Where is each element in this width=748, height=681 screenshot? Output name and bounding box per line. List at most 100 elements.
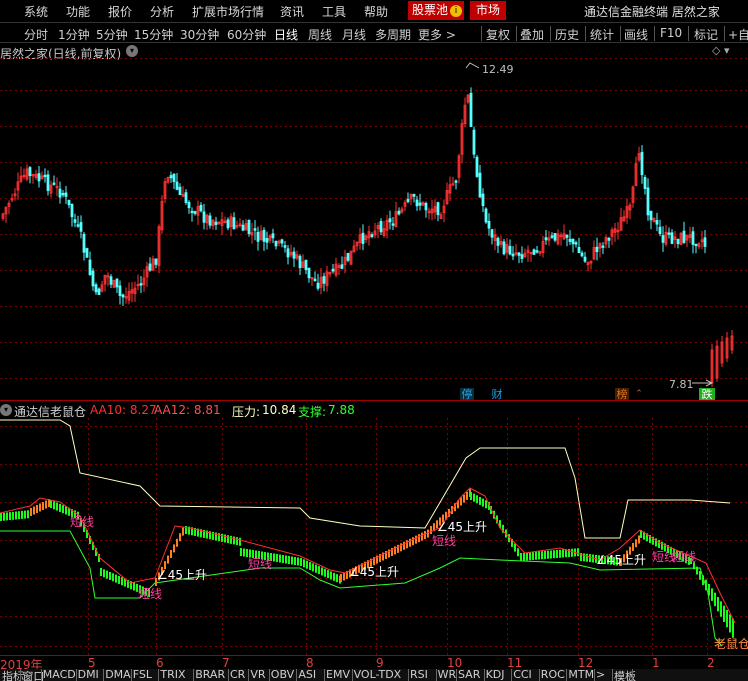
add-favorite-button[interactable]: +自选 [728, 26, 748, 42]
market-button[interactable]: 市场 [470, 1, 506, 20]
period-tab-1min[interactable]: 1分钟 [58, 26, 90, 42]
indicator-bar [526, 552, 528, 561]
indicator-tab[interactable]: CR [230, 669, 245, 681]
indicator-tab[interactable]: KDJ [486, 669, 505, 681]
indicator-bar [532, 552, 534, 560]
candle-body [643, 177, 647, 189]
tab-divider [538, 669, 540, 681]
tab-divider [228, 669, 229, 681]
indicator-bar [324, 568, 326, 577]
tab-divider [130, 669, 132, 681]
stock-pool-button[interactable]: 股票池 i [408, 1, 464, 20]
menu-quote[interactable]: 报价 [108, 3, 132, 20]
chevron-down-icon[interactable]: ▾ [126, 45, 138, 57]
indicator-tab[interactable]: ROC [541, 669, 565, 681]
candle-body [661, 235, 665, 243]
candle-body [67, 199, 71, 206]
statistics-button[interactable]: 统计 [590, 26, 614, 42]
indicator-bar [729, 614, 731, 633]
mark-button[interactable]: 标记 [694, 26, 718, 42]
period-tab-15min[interactable]: 15分钟 [134, 26, 173, 42]
indicator-tab[interactable]: MACD [43, 669, 76, 681]
candle-body [322, 276, 326, 284]
toolbar-divider [620, 26, 621, 41]
indicator-tab[interactable]: WR [438, 669, 457, 681]
indicator-tab[interactable]: OBV [271, 669, 294, 681]
candle-body [670, 232, 674, 244]
chevron-right-icon: > [445, 28, 456, 42]
tab-divider [248, 669, 250, 681]
candle-body [274, 240, 278, 247]
indicator-bar [699, 571, 701, 580]
indicator-tab[interactable]: EMV [326, 669, 350, 681]
overlay-button[interactable]: 叠加 [520, 26, 544, 42]
menu-function[interactable]: 功能 [66, 3, 90, 20]
indicator-bar [523, 552, 525, 561]
period-tab-5min[interactable]: 5分钟 [96, 26, 128, 42]
diamond-icon[interactable]: ◇ ▾ [712, 44, 729, 57]
indicator-tab[interactable]: TRIX [160, 669, 185, 681]
indicator-bar [167, 555, 169, 564]
indicator-bar [179, 533, 181, 542]
indicator-bar [24, 510, 26, 519]
indicator-tab[interactable]: VR [250, 669, 265, 681]
menu-system[interactable]: 系统 [24, 3, 48, 20]
candle-body [331, 268, 335, 272]
high-price-label: 12.49 [482, 63, 514, 76]
candle-body [232, 217, 236, 230]
indicator-tab[interactable]: DMA [105, 669, 131, 681]
aa10-value: AA10: 8.27 [90, 403, 157, 417]
candle-body [649, 210, 653, 221]
menu-help[interactable]: 帮助 [364, 3, 388, 20]
candle-body [316, 282, 320, 289]
indicator-tab[interactable]: SAR [458, 669, 480, 681]
indicator-bar [227, 535, 229, 544]
indicator-bar [33, 506, 35, 515]
date-axis: 2019年 5 6 7 8 9 10 11 12 1 2 [0, 655, 748, 672]
tab-divider [435, 669, 437, 681]
indicator-tab[interactable]: MTM [568, 669, 594, 681]
candle-body [292, 251, 296, 259]
indicator-tab[interactable]: CCI [513, 669, 532, 681]
menu-extended-market[interactable]: 扩展市场行情 [192, 3, 264, 20]
period-tab-more[interactable]: 更多 > [418, 26, 456, 42]
tab-divider [408, 669, 409, 681]
pressure-value: 10.84 [262, 403, 297, 417]
period-tab-daily[interactable]: 日线 [274, 26, 298, 42]
candle-body [496, 237, 500, 246]
indicator-bar [470, 492, 472, 500]
period-tab-weekly[interactable]: 周线 [308, 26, 332, 42]
tab-divider [75, 669, 77, 681]
indicator-tab[interactable]: DMI [78, 669, 99, 681]
restore-rights-button[interactable]: 复权 [486, 26, 510, 42]
menu-tools[interactable]: 工具 [322, 3, 346, 20]
period-tab-30min[interactable]: 30分钟 [180, 26, 219, 42]
candle-body [190, 210, 194, 214]
indicator-tab[interactable]: RSI [410, 669, 428, 681]
history-button[interactable]: 历史 [555, 26, 579, 42]
indicator-chart[interactable]: 短线短线短线短线短线短线∠45上升 ∠45上升∠45上升∠45上升老鼠仓 [0, 418, 748, 655]
candle-body [340, 264, 344, 269]
period-tab-monthly[interactable]: 月线 [342, 26, 366, 42]
indicator-tab[interactable]: BRAR [195, 669, 225, 681]
toolbar-divider [724, 26, 725, 41]
indicator-tab[interactable]: ASI [298, 669, 316, 681]
menu-info[interactable]: 资讯 [280, 3, 304, 20]
indicator-bar [182, 527, 184, 536]
period-tab-multi[interactable]: 多周期 [375, 26, 411, 42]
indicator-tab[interactable]: VOL-TDX [354, 669, 402, 681]
candlestick-chart[interactable]: 12.49 7.81 [0, 58, 748, 400]
short-term-label: 短线 [432, 534, 456, 548]
indicator-tab[interactable]: FSL [133, 669, 152, 681]
period-tab-60min[interactable]: 60分钟 [227, 26, 266, 42]
aa12-value: AA12: 8.81 [154, 403, 221, 417]
f10-button[interactable]: F10 [660, 26, 682, 40]
indicator-bar [553, 550, 555, 559]
draw-line-button[interactable]: 画线 [624, 26, 648, 42]
menu-analysis[interactable]: 分析 [150, 3, 174, 20]
chevron-right-icon[interactable]: > [596, 669, 605, 681]
chevron-down-icon[interactable]: ▾ [0, 404, 12, 416]
period-tab-intraday[interactable]: 分时 [24, 26, 48, 42]
indicator-bar [285, 555, 287, 564]
indicator-bar [702, 575, 704, 586]
